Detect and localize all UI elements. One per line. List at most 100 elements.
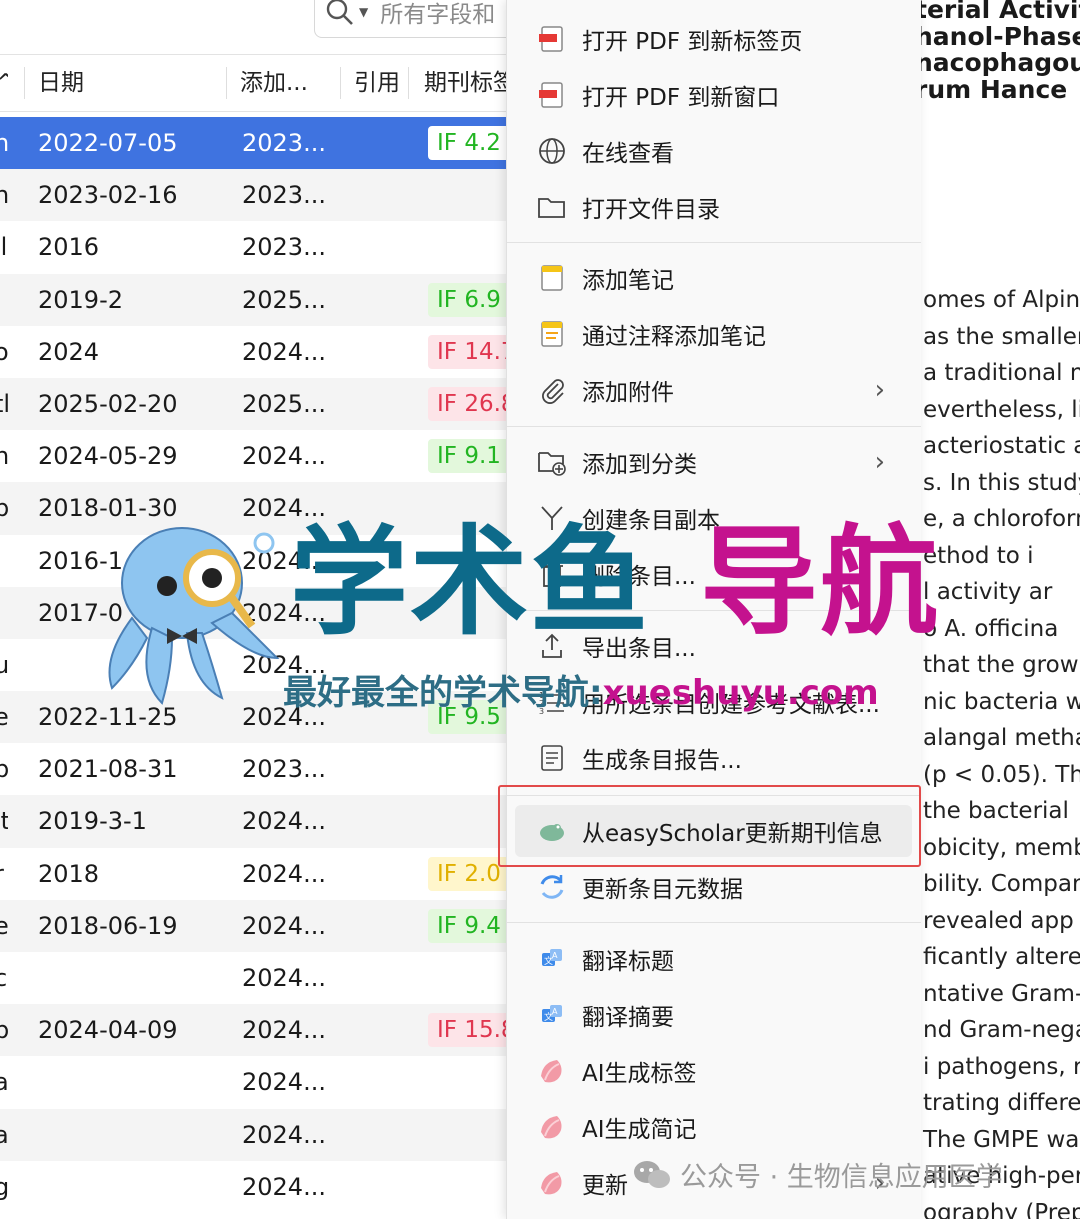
table-row[interactable]: p 2021-08-31 2023... — [0, 743, 520, 795]
table-header: ^ 日期 添加... 引用 期刊标签 — [0, 54, 520, 112]
table-row[interactable]: o 2024 2024... IF 14.7 — [0, 326, 525, 378]
table-row[interactable]: a 2024... — [0, 1108, 520, 1161]
menu-item-label: 打开文件目录 — [582, 197, 720, 223]
menu-item[interactable]: 生成条目报告... — [507, 732, 921, 784]
ai-icon — [537, 1112, 567, 1142]
table-row[interactable]: tl2025-02-202025...IF 26.8 — [0, 377, 525, 431]
preview-abstract-line: e, a chloroform — [923, 506, 1080, 532]
table-row[interactable]: e 2018-06-19 2024... IF 9.4 — [0, 899, 520, 952]
preview-abstract-line: ntative Gram-p — [923, 980, 1080, 1007]
preview-abstract-line: nd Gram-nega — [923, 1017, 1080, 1043]
svg-text:A: A — [552, 951, 558, 960]
menu-item-label: AI生成简记 — [582, 1117, 697, 1143]
menu-item[interactable]: 在线查看 — [507, 125, 921, 177]
row-date-added: 2023... — [242, 755, 326, 784]
menu-separator — [507, 426, 921, 427]
preview-title-line: rum Hance — [915, 74, 1068, 104]
row-title-fragment: h — [0, 442, 8, 471]
search-box[interactable]: ▼ 所有字段和 — [314, 0, 514, 38]
preview-abstract-line: trating differe — [923, 1090, 1080, 1116]
menu-item[interactable]: 打开 PDF 到新标签页 — [507, 13, 921, 65]
menu-item[interactable]: 通过注释添加笔记 — [507, 308, 921, 360]
column-journal-tag[interactable]: 期刊标签 — [424, 55, 514, 111]
report-icon — [537, 743, 567, 773]
row-date-added: 2024... — [242, 1172, 326, 1201]
row-date: 2024-05-29 — [38, 442, 178, 471]
menu-item-label: 打开 PDF 到新标签页 — [582, 29, 803, 55]
preview-abstract-line: evertheless, lit — [923, 396, 1080, 423]
menu-item[interactable]: 打开文件目录 — [507, 181, 921, 233]
row-title-fragment: e — [0, 703, 8, 732]
menu-item-label: 翻译标题 — [582, 949, 674, 975]
table-row[interactable]: a 2024... — [0, 1056, 520, 1108]
row-date-added: 2024... — [242, 964, 326, 992]
impact-factor-badge: IF 9.4 — [428, 908, 510, 943]
table-row[interactable]: r20182024...IF 2.0 — [0, 848, 520, 900]
chevron-down-icon[interactable]: ▼ — [359, 5, 368, 19]
column-cite[interactable]: 引用 — [354, 55, 400, 111]
wechat-account-label: 公众号 · 生物信息应用医学 — [680, 1162, 1003, 1193]
preview-abstract-line: alangal metha — [923, 725, 1080, 751]
table-row[interactable]: il 2016 2023... — [0, 221, 520, 273]
menu-item[interactable]: 文 A 翻译标题 — [507, 933, 921, 985]
row-title-fragment: h — [0, 129, 8, 157]
table-row[interactable]: h 2024-05-29 2024... IF 9.1 — [0, 430, 520, 482]
row-title-fragment: c — [0, 964, 8, 992]
row-date: 2022-07-05 — [38, 129, 178, 157]
table-row[interactable]: it 2019-3-1 2024... — [0, 795, 520, 848]
preview-abstract-line: that the grow — [923, 652, 1079, 678]
table-row[interactable]: b 2024-04-09 2024... IF 15.8 — [0, 1004, 525, 1057]
row-title-fragment: p — [0, 755, 8, 784]
menu-item[interactable]: 添加附件 › — [507, 364, 921, 416]
table-row[interactable]: l 2019-2 2025... IF 6.9 — [0, 273, 520, 326]
menu-item[interactable]: AI生成简记 — [507, 1101, 921, 1153]
chevron-right-icon: › — [874, 447, 885, 477]
menu-item[interactable]: 更新条目元数据 — [507, 861, 921, 913]
preview-abstract-line: nic bacteria w — [923, 688, 1080, 715]
menu-item[interactable]: 添加到分类 › — [507, 436, 921, 488]
chevron-right-icon: › — [874, 375, 885, 405]
menu-item[interactable]: AI生成标签 — [507, 1045, 921, 1097]
menu-item-label: 添加附件 — [582, 380, 674, 406]
row-title-fragment: tl — [0, 389, 8, 418]
impact-factor-badge: IF 9.1 — [428, 439, 510, 474]
globe-icon — [537, 136, 567, 166]
watermark-title-b: 导航 — [700, 513, 941, 651]
menu-item[interactable]: 添加笔记 — [507, 252, 921, 304]
menu-item[interactable]: 文 A 翻译摘要 — [507, 989, 921, 1041]
watermark-subtitle: 最好最全的学术导航:xueshuyu.com — [283, 665, 879, 714]
row-title-fragment: a — [0, 1068, 8, 1097]
row-title-fragment: il — [0, 233, 8, 262]
menu-item-label: 在线查看 — [582, 141, 674, 167]
watermark-url: xueshuyu.com — [602, 673, 879, 713]
table-row[interactable]: h 2023-02-16 2023... — [0, 169, 520, 222]
table-row[interactable]: c 2024... — [0, 952, 520, 1004]
ai-icon — [537, 1168, 567, 1198]
table-row[interactable]: h 2022-07-05 2023... IF 4.2 — [0, 117, 520, 170]
row-date-added: 2025... — [242, 389, 326, 418]
row-title-fragment: o — [0, 337, 8, 366]
row-title-fragment: it — [0, 807, 8, 836]
preview-abstract-line: ography (Prep — [923, 1199, 1080, 1219]
menu-separator — [507, 242, 921, 243]
search-input[interactable]: 所有字段和 — [380, 0, 495, 29]
menu-item-label: 生成条目报告... — [582, 748, 742, 774]
column-sort-indicator[interactable]: ^ — [0, 55, 8, 111]
row-date: 2016 — [38, 233, 100, 262]
column-date[interactable]: 日期 — [38, 55, 84, 111]
table-row[interactable]: g 2024... — [0, 1161, 520, 1213]
column-added[interactable]: 添加... — [240, 55, 308, 111]
highlight-annotation-box — [498, 785, 921, 867]
menu-item[interactable]: 打开 PDF 到新窗口 — [507, 69, 921, 121]
row-date: 2019-2 — [38, 285, 124, 314]
preview-abstract-line: the bacterial — [923, 798, 1069, 824]
preview-abstract-line: i pathogens, r — [923, 1053, 1080, 1080]
impact-factor-badge: IF 4.2 — [428, 126, 510, 160]
row-title-fragment: r — [0, 848, 8, 900]
preview-abstract-line: obicity, memb — [923, 834, 1080, 861]
wechat-icon — [634, 1160, 670, 1188]
menu-item-label: 添加到分类 — [582, 452, 697, 478]
row-date: 2021-08-31 — [38, 755, 178, 784]
preview-abstract-line: revealed app — [923, 907, 1074, 934]
menu-item-label: 添加笔记 — [582, 268, 674, 294]
